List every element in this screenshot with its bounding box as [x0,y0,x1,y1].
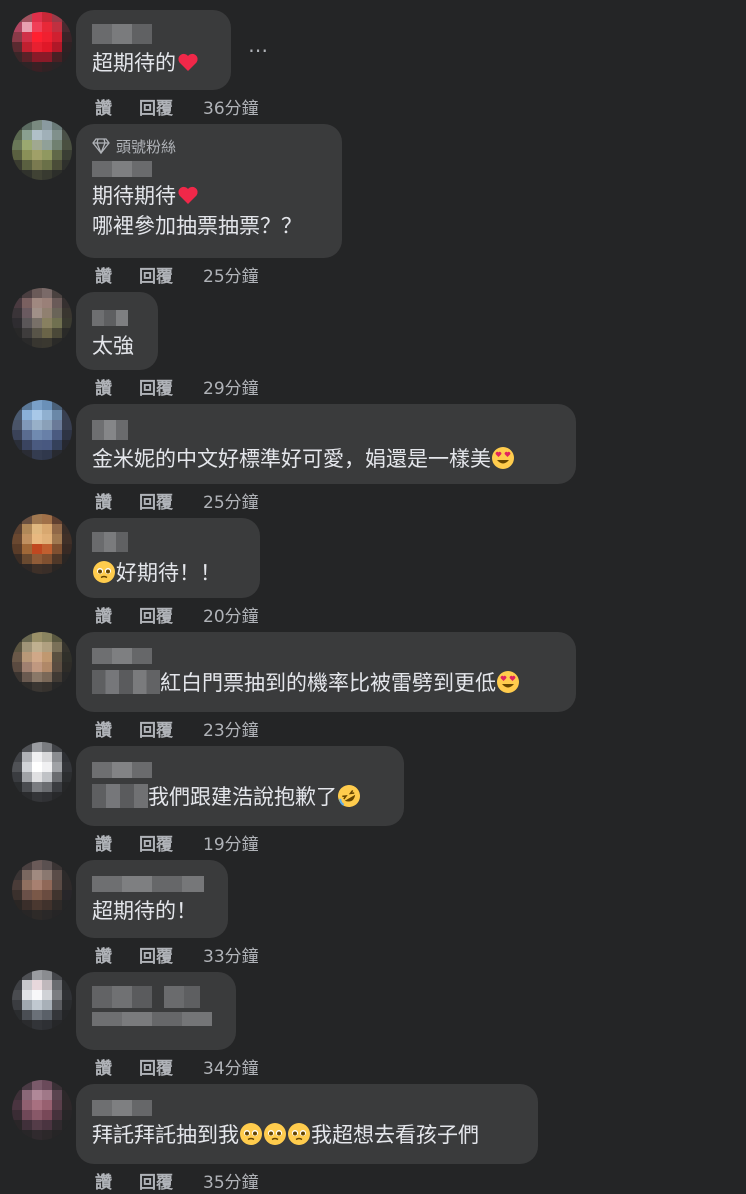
author-name-blurred[interactable] [92,762,388,778]
timestamp[interactable]: 29分鐘 [203,374,259,399]
avatar[interactable] [12,288,72,348]
comment-bubble: 紅白門票抽到的機率比被雷劈到更低 [76,632,576,712]
comment-text: 拜託拜託抽到我 [92,1123,239,1147]
timestamp[interactable]: 34分鐘 [203,1054,259,1079]
like-link[interactable]: 讚 [95,602,139,627]
comment-bubble: 太強 [76,292,158,370]
badge-label: 頭號粉絲 [116,137,177,156]
comment-bubble [76,972,236,1050]
reply-link[interactable]: 回覆 [139,374,203,399]
top-fan-badge: 頭號粉絲 [92,136,326,156]
timestamp[interactable]: 19分鐘 [203,830,259,855]
author-name-blurred[interactable] [92,986,220,1008]
comment-text-line-2: 哪裡參加抽票抽票？？ [92,214,302,238]
like-link[interactable]: 讚 [95,1168,139,1193]
avatar[interactable] [12,12,72,72]
author-name-blurred[interactable] [92,532,244,552]
comment-bubble: 拜託拜託抽到我 我超想去看孩子們 [76,1084,538,1164]
heart-eyes-emoji [497,671,519,693]
like-link[interactable]: 讚 [95,942,139,967]
comment-text: 太強 [92,334,134,358]
avatar[interactable] [12,632,72,692]
avatar[interactable] [12,1080,72,1140]
like-link[interactable]: 讚 [95,830,139,855]
timestamp[interactable]: 23分鐘 [203,716,259,741]
pleading-face-emoji [240,1123,262,1145]
avatar[interactable] [12,742,72,802]
timestamp[interactable]: 25分鐘 [203,488,259,513]
timestamp[interactable]: 20分鐘 [203,602,259,627]
comment-text-blurred [92,1012,220,1026]
reply-link[interactable]: 回覆 [139,94,203,119]
comment-text: 好期待！！ [116,561,221,585]
heart-eyes-emoji [492,447,514,469]
pleading-face-emoji [93,561,115,583]
blurred-mention[interactable] [92,670,160,694]
avatar[interactable] [12,120,72,180]
rofl-emoji [338,785,360,807]
red-heart-emoji [178,186,198,204]
author-name-blurred[interactable] [92,1100,522,1116]
reply-link[interactable]: 回覆 [139,602,203,627]
author-name-blurred[interactable] [92,161,326,177]
timestamp[interactable]: 35分鐘 [203,1168,259,1193]
pleading-face-emoji [288,1123,310,1145]
comment-text: 金米妮的中文好標準好可愛，娟還是一樣美 [92,447,491,471]
timestamp[interactable]: 36分鐘 [203,94,259,119]
more-options-icon[interactable]: ⋯ [248,38,269,62]
author-name-blurred[interactable] [92,648,560,664]
comment-bubble: 我們跟建浩說抱歉了 [76,746,404,826]
avatar[interactable] [12,514,72,574]
diamond-icon [92,138,110,154]
timestamp[interactable]: 25分鐘 [203,262,259,287]
like-link[interactable]: 讚 [95,374,139,399]
blurred-mention[interactable] [92,784,148,808]
comment-text: 紅白門票抽到的機率比被雷劈到更低 [160,671,496,695]
reply-link[interactable]: 回覆 [139,942,203,967]
reply-link[interactable]: 回覆 [139,716,203,741]
comment-text-after: 我超想去看孩子們 [311,1123,479,1147]
like-link[interactable]: 讚 [95,488,139,513]
like-link[interactable]: 讚 [95,262,139,287]
reply-link[interactable]: 回覆 [139,262,203,287]
avatar[interactable] [12,970,72,1030]
author-name-blurred[interactable] [92,876,212,892]
comment-text: 我們跟建浩說抱歉了 [148,785,337,809]
comment-bubble: 好期待！！ [76,518,260,598]
reply-link[interactable]: 回覆 [139,488,203,513]
author-name-blurred[interactable] [92,24,215,44]
comment-text: 超期待的 [92,51,176,75]
comment-bubble: 金米妮的中文好標準好可愛，娟還是一樣美 [76,404,576,484]
reply-link[interactable]: 回覆 [139,1054,203,1079]
like-link[interactable]: 讚 [95,1054,139,1079]
timestamp[interactable]: 33分鐘 [203,942,259,967]
author-name-blurred[interactable] [92,310,142,326]
pleading-face-emoji [264,1123,286,1145]
avatar[interactable] [12,400,72,460]
reply-link[interactable]: 回覆 [139,1168,203,1193]
comment-bubble: 超期待的！ [76,860,228,938]
author-name-blurred[interactable] [92,420,560,440]
red-heart-emoji [178,53,198,71]
reply-link[interactable]: 回覆 [139,830,203,855]
comment-bubble: 頭號粉絲 期待期待 哪裡參加抽票抽票？？ [76,124,342,258]
comment-text: 期待期待 [92,184,176,208]
like-link[interactable]: 讚 [95,716,139,741]
like-link[interactable]: 讚 [95,94,139,119]
avatar[interactable] [12,860,72,920]
comment-bubble: 超期待的 [76,10,231,90]
comment-text: 超期待的！ [92,899,197,923]
